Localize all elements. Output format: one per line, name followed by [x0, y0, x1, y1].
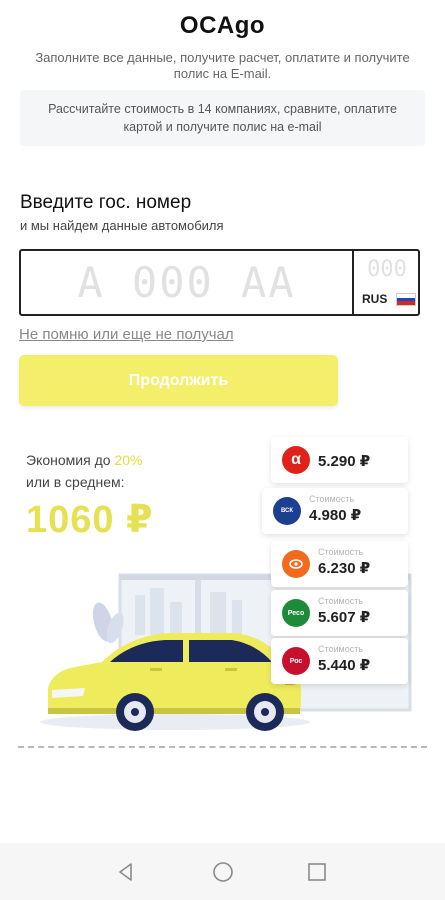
quote-card[interactable]: α 5.290 ₽ [271, 437, 408, 483]
ingos-logo-icon [282, 550, 310, 578]
quote-price: 5.290 ₽ [318, 453, 371, 470]
app-title: OCAgo [179, 12, 266, 39]
back-icon[interactable] [114, 860, 138, 884]
quote-card[interactable]: ВСК Стоимость 4.980 ₽ [262, 488, 408, 534]
savings-amount: 1060 ₽ [26, 499, 154, 541]
savings-line: Экономия до 20% [26, 452, 142, 468]
quote-caption: Стоимость [318, 644, 364, 654]
alfa-logo-icon: α [282, 446, 310, 474]
reso-logo-icon: Ресо [282, 599, 310, 627]
plate-input[interactable]: А 000 АА 000 RUS [19, 249, 420, 316]
quote-price: 5.440 ₽ [318, 657, 371, 674]
quote-card[interactable]: Рос Стоимость 5.440 ₽ [271, 638, 408, 684]
savings-average-label: или в среднем: [26, 474, 125, 490]
quote-price: 5.607 ₽ [318, 609, 371, 626]
quote-caption: Стоимость [318, 547, 364, 557]
plate-subheading: и мы найдем данные автомобиля [20, 218, 224, 233]
plate-divider [352, 251, 354, 314]
nav-bar [0, 843, 445, 900]
home-icon[interactable] [211, 860, 235, 884]
plate-region-field[interactable]: 000 [357, 257, 417, 287]
app-subtitle: Заполните все данные, получите расчет, о… [35, 50, 410, 81]
quote-card[interactable]: Ресо Стоимость 5.607 ₽ [271, 590, 408, 636]
russia-flag-icon [396, 293, 416, 306]
info-banner: Рассчитайте стоимость в 14 компаниях, ср… [20, 90, 425, 146]
dashed-divider [18, 746, 427, 748]
rosgosstrakh-logo-icon: Рос [282, 647, 310, 675]
quote-price: 6.230 ₽ [318, 560, 371, 577]
plate-heading: Введите гос. номер [20, 192, 192, 213]
savings-prefix: Экономия до [26, 452, 115, 468]
recents-icon[interactable] [305, 860, 329, 884]
vsk-logo-icon: ВСК [273, 497, 301, 525]
savings-percent: 20% [114, 452, 143, 468]
plate-number-field[interactable]: А 000 АА [21, 251, 352, 314]
quote-caption: Стоимость [309, 494, 355, 504]
quote-card[interactable]: Стоимость 6.230 ₽ [271, 541, 408, 587]
plate-country-code: RUS [362, 292, 388, 306]
quote-caption: Стоимость [318, 596, 364, 606]
forgot-plate-link[interactable]: Не помню или еще не получал [19, 326, 234, 343]
continue-button[interactable]: Продолжить [19, 355, 338, 406]
quote-price: 4.980 ₽ [309, 507, 362, 524]
